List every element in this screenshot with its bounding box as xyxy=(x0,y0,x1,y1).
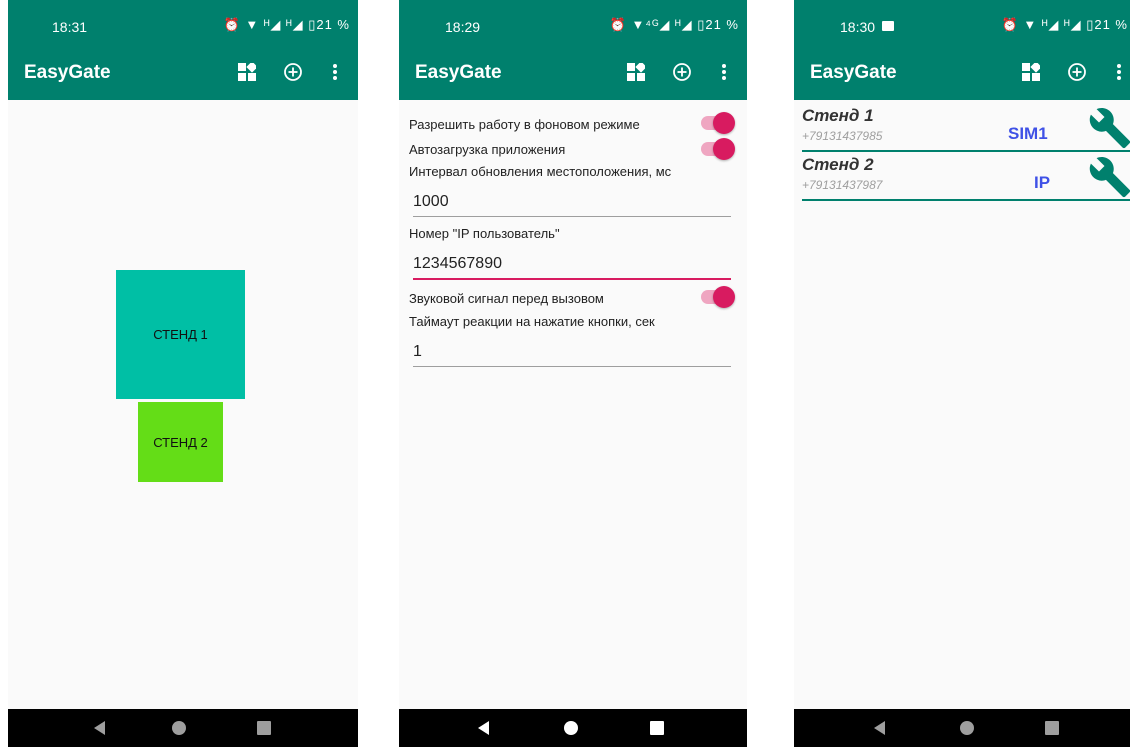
app-title: EasyGate xyxy=(415,62,502,83)
dashboard-icon[interactable] xyxy=(1022,63,1040,81)
image-icon xyxy=(882,21,894,31)
home-icon[interactable] xyxy=(172,721,186,735)
back-icon[interactable] xyxy=(874,721,885,735)
status-time: 18:31 xyxy=(52,19,88,35)
back-icon[interactable] xyxy=(94,721,105,735)
status-icons: ⏰ ▼ ᴴ◢ ᴴ◢ ▯21 % xyxy=(1001,17,1128,32)
back-icon[interactable] xyxy=(478,721,489,735)
dashboard-icon[interactable] xyxy=(238,63,256,81)
interval-label: Интервал обновления местоположения, мс xyxy=(409,164,672,179)
status-bar: 18:30 ⏰ ▼ ᴴ◢ ᴴ◢ ▯21 % xyxy=(794,0,1130,44)
recents-icon[interactable] xyxy=(1045,721,1059,735)
phone-screen-settings: 18:29 ⏰ ▼⁴ᴳ◢ ᴴ◢ ▯21 % EasyGate Разрешить… xyxy=(399,0,747,747)
status-time: 18:30 xyxy=(840,19,876,35)
wrench-icon[interactable] xyxy=(1088,106,1130,150)
nav-bar xyxy=(399,709,747,747)
app-bar: EasyGate xyxy=(399,44,747,100)
stand-2-button[interactable]: СТЕНД 2 xyxy=(138,402,223,482)
stand-2-label: СТЕНД 2 xyxy=(153,434,208,450)
home-icon[interactable] xyxy=(564,721,578,735)
ip-user-input[interactable]: 1234567890 xyxy=(413,255,731,280)
phone-screen-home: 18:31 ⏰ ▼ ᴴ◢ ᴴ◢ ▯21 % EasyGate СТЕНД 1 С… xyxy=(8,0,358,747)
stand-1-label: СТЕНД 1 xyxy=(153,327,208,342)
recents-icon[interactable] xyxy=(650,721,664,735)
device-phone: +79131437985 xyxy=(802,129,883,143)
device-row[interactable]: Стенд 1 +79131437985 SIM1 xyxy=(802,104,1130,152)
sound-signal-label: Звуковой сигнал перед вызовом xyxy=(409,291,604,306)
nav-bar xyxy=(794,709,1130,747)
dashboard-icon[interactable] xyxy=(627,63,645,81)
app-bar: EasyGate xyxy=(8,44,358,100)
switch-thumb xyxy=(713,286,735,308)
app-title: EasyGate xyxy=(24,62,111,83)
device-name: Стенд 1 xyxy=(802,106,874,125)
device-row[interactable]: Стенд 2 +79131437987 IP xyxy=(802,153,1130,201)
status-icons: ⏰ ▼ ᴴ◢ ᴴ◢ ▯21 % xyxy=(223,17,350,32)
more-vert-icon[interactable] xyxy=(1110,63,1128,81)
sound-signal-switch[interactable] xyxy=(701,286,735,308)
device-phone: +79131437987 xyxy=(802,178,883,192)
stand-1-button[interactable]: СТЕНД 1 xyxy=(116,270,245,399)
status-icons: ⏰ ▼⁴ᴳ◢ ᴴ◢ ▯21 % xyxy=(609,17,739,32)
status-bar: 18:31 ⏰ ▼ ᴴ◢ ᴴ◢ ▯21 % xyxy=(8,0,358,44)
status-bar: 18:29 ⏰ ▼⁴ᴳ◢ ᴴ◢ ▯21 % xyxy=(399,0,747,44)
add-circle-icon[interactable] xyxy=(284,63,302,81)
timeout-label: Таймаут реакции на нажатие кнопки, сек xyxy=(409,314,655,329)
home-icon[interactable] xyxy=(960,721,974,735)
timeout-input[interactable]: 1 xyxy=(413,343,731,367)
ip-user-label: Номер "IP пользователь" xyxy=(409,226,560,241)
more-vert-icon[interactable] xyxy=(326,63,344,81)
app-title: EasyGate xyxy=(810,62,897,83)
recents-icon[interactable] xyxy=(257,721,271,735)
status-time: 18:29 xyxy=(445,19,481,35)
phone-screen-devices: 18:30 ⏰ ▼ ᴴ◢ ᴴ◢ ▯21 % EasyGate Стенд 1 +… xyxy=(794,0,1130,747)
app-bar: EasyGate xyxy=(794,44,1130,100)
switch-thumb xyxy=(713,112,735,134)
add-circle-icon[interactable] xyxy=(1068,63,1086,81)
background-mode-switch[interactable] xyxy=(701,112,735,134)
autostart-switch[interactable] xyxy=(701,138,735,160)
more-vert-icon[interactable] xyxy=(715,63,733,81)
switch-thumb xyxy=(713,138,735,160)
device-name: Стенд 2 xyxy=(802,155,874,174)
nav-bar xyxy=(8,709,358,747)
device-type: IP xyxy=(1034,173,1051,192)
add-circle-icon[interactable] xyxy=(673,63,691,81)
wrench-icon[interactable] xyxy=(1088,155,1130,199)
device-type: SIM1 xyxy=(1008,124,1048,143)
autostart-label: Автозагрузка приложения xyxy=(409,142,566,157)
interval-input[interactable]: 1000 xyxy=(413,193,731,217)
background-mode-label: Разрешить работу в фоновом режиме xyxy=(409,117,640,132)
